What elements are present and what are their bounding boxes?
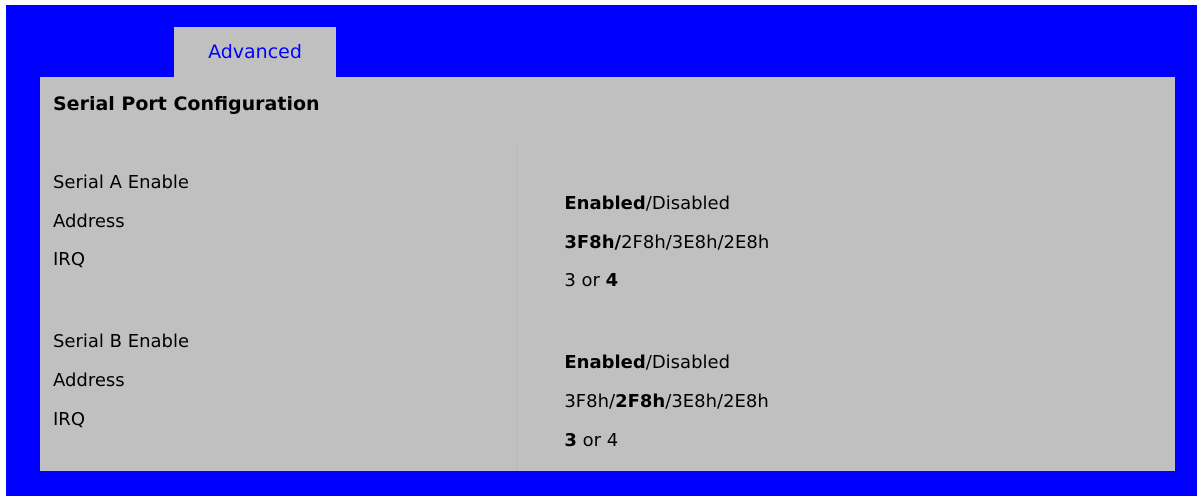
setting-label: IRQ xyxy=(53,409,85,430)
setting-row-serial-a-address[interactable]: Address 3F8h/2F8h/3E8h/2E8h xyxy=(40,207,1175,253)
setting-row-serial-a-irq[interactable]: IRQ 3 or 4 xyxy=(40,245,1175,291)
setting-row-serial-b-irq[interactable]: IRQ 3 or 4 xyxy=(40,405,1175,451)
setting-options[interactable]: 3 or 4 xyxy=(530,249,618,312)
option: or 4 xyxy=(576,430,619,451)
serial-port-configuration-panel: Serial Port Configuration Serial A Enabl… xyxy=(40,77,1175,471)
option-selected: 3 xyxy=(564,430,577,451)
setting-label: IRQ xyxy=(53,249,85,270)
tab-advanced-label: Advanced xyxy=(208,41,302,63)
option: 3 or xyxy=(564,270,606,291)
setting-row-serial-a-enable[interactable]: Serial A Enable Enabled/Disabled xyxy=(40,168,1175,214)
setting-label: Serial A Enable xyxy=(53,172,190,193)
setting-row-serial-b-address[interactable]: Address 3F8h/2F8h/3E8h/2E8h xyxy=(40,366,1175,412)
setting-options[interactable]: 3 or 4 xyxy=(530,409,618,472)
setting-label: Address xyxy=(53,370,125,391)
setting-label: Address xyxy=(53,211,125,232)
page-title: Serial Port Configuration xyxy=(53,93,320,115)
setting-row-serial-b-enable[interactable]: Serial B Enable Enabled/Disabled xyxy=(40,327,1175,373)
option-selected: 4 xyxy=(605,270,619,291)
setting-label: Serial B Enable xyxy=(53,331,190,352)
tab-advanced[interactable]: Advanced xyxy=(174,27,336,77)
